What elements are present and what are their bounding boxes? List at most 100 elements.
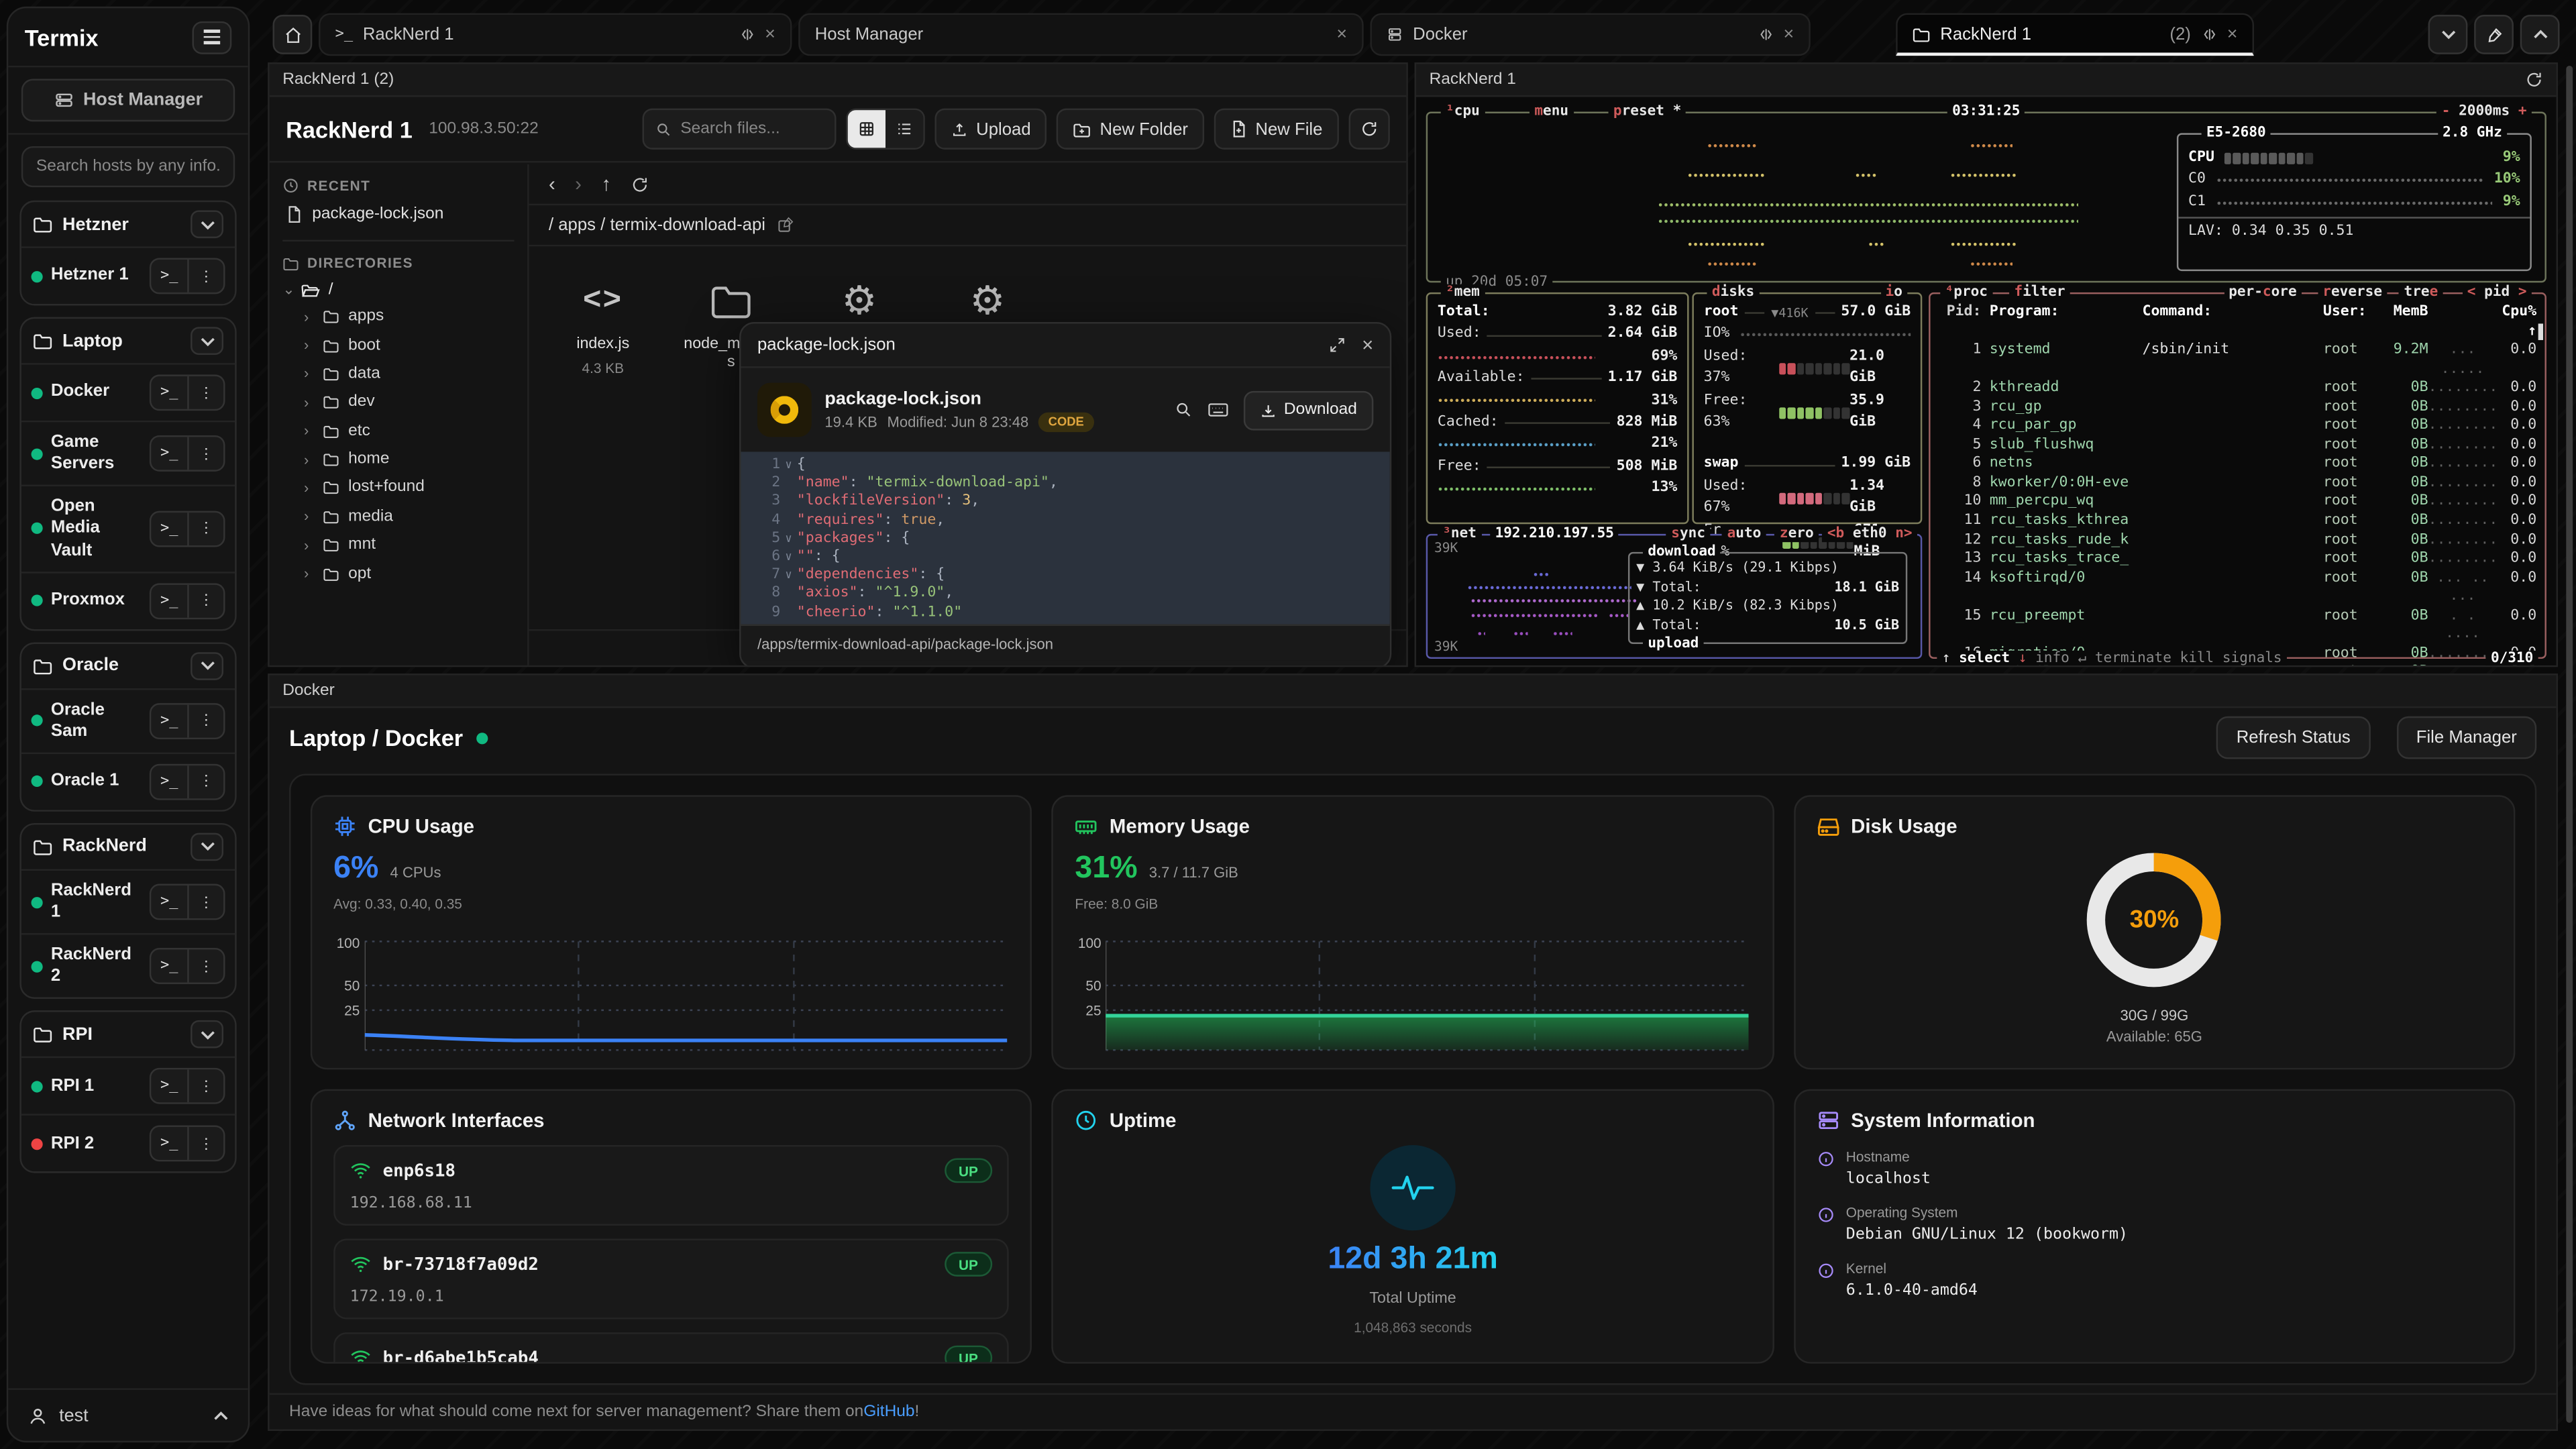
group-header[interactable]: Oracle [21, 643, 235, 688]
process-row[interactable]: 2 kthreadd root 0B ......... 0.0 [1931, 380, 2545, 398]
process-row[interactable]: 8 kworker/0:0H-eve root 0B ......... 0.0 [1931, 475, 2545, 494]
host-row[interactable]: RPI 1 >_⋮ [21, 1057, 235, 1115]
host-row[interactable]: Proxmox >_⋮ [21, 571, 235, 629]
process-row[interactable]: 3 rcu_gp root 0B ......... 0.0 [1931, 398, 2545, 417]
github-link[interactable]: GitHub [863, 1403, 914, 1421]
process-row[interactable]: 1 systemd /sbin/init root 9.2M ... .....… [1931, 342, 2545, 380]
search-files-box[interactable] [643, 109, 837, 150]
chevron-up-icon[interactable] [213, 1410, 228, 1420]
host-manager-button[interactable]: Host Manager [21, 79, 235, 122]
tab-racknerd1-files[interactable]: RackNerd 1 (2) × [1896, 13, 2254, 56]
menu-icon[interactable] [193, 21, 232, 54]
host-row[interactable]: Docker >_⋮ [21, 363, 235, 421]
tree-item[interactable]: › media [282, 502, 514, 531]
tools-button[interactable] [2474, 15, 2514, 54]
file-item[interactable]: <> index.js 4.3 KB [552, 273, 654, 380]
tab-host-manager[interactable]: Host Manager × [798, 13, 1363, 56]
kebab-menu-icon[interactable]: ⋮ [187, 1070, 223, 1103]
network-interface-row[interactable]: enp6s18 UP 192.168.68.11 [333, 1145, 1009, 1226]
process-row[interactable]: 15 rcu_preempt root 0B . . .... 0.0 [1931, 608, 2545, 646]
host-row[interactable]: Hetzner 1 >_⋮ [21, 246, 235, 304]
expand-icon[interactable] [1329, 337, 1345, 353]
user-menu[interactable]: test [8, 1388, 248, 1440]
process-row[interactable]: 5 slub_flushwq root 0B ......... 0.0 [1931, 437, 2545, 455]
chevron-down-icon[interactable] [191, 327, 223, 355]
group-header[interactable]: Laptop [21, 319, 235, 363]
kebab-menu-icon[interactable]: ⋮ [187, 1128, 223, 1161]
chevron-down-icon[interactable] [191, 651, 223, 680]
refresh-icon[interactable] [2525, 70, 2543, 89]
host-row[interactable]: RackNerd 1 >_⋮ [21, 869, 235, 933]
process-row[interactable]: 11 rcu_tasks_kthrea root 0B ......... 0.… [1931, 513, 2545, 531]
close-icon[interactable]: × [2227, 24, 2238, 44]
refresh-icon[interactable] [631, 175, 649, 193]
chevron-down-icon[interactable] [191, 210, 223, 238]
group-header[interactable]: RackNerd [21, 824, 235, 869]
close-icon[interactable]: × [765, 25, 775, 44]
host-row[interactable]: Open Media Vault >_⋮ [21, 485, 235, 571]
terminal-screen[interactable]: ¹cpu menu preset * 03:31:25 - 2000ms + u… [1416, 97, 2557, 665]
group-header[interactable]: Hetzner [21, 202, 235, 246]
upload-button[interactable]: Upload [935, 109, 1047, 150]
terminal-icon[interactable]: >_ [151, 260, 187, 292]
host-row[interactable]: RPI 2 >_⋮ [21, 1114, 235, 1172]
tree-item[interactable]: › opt [282, 559, 514, 588]
kebab-menu-icon[interactable]: ⋮ [187, 437, 223, 470]
download-button[interactable]: Download [1243, 390, 1374, 430]
search-files-input[interactable] [680, 120, 812, 138]
chevron-down-icon[interactable] [191, 1021, 223, 1049]
kebab-menu-icon[interactable]: ⋮ [187, 765, 223, 798]
proc-scrollbar[interactable] [2538, 323, 2543, 339]
tree-item[interactable]: › home [282, 445, 514, 474]
keyboard-icon[interactable] [1207, 401, 1228, 419]
terminal-icon[interactable]: >_ [151, 584, 187, 617]
tree-item[interactable]: › mnt [282, 531, 514, 559]
tree-item[interactable]: › boot [282, 331, 514, 360]
kebab-menu-icon[interactable]: ⋮ [187, 584, 223, 617]
tree-item[interactable]: › data [282, 360, 514, 388]
recent-file[interactable]: package-lock.json [282, 194, 514, 227]
new-file-button[interactable]: New File [1214, 109, 1339, 150]
kebab-menu-icon[interactable]: ⋮ [187, 260, 223, 292]
vertical-scrollbar[interactable] [2566, 66, 2573, 1423]
process-row[interactable]: 12 rcu_tasks_rude_k root 0B ......... 0.… [1931, 531, 2545, 550]
terminal-icon[interactable]: >_ [151, 704, 187, 737]
edit-path-icon[interactable] [777, 217, 793, 233]
breadcrumb[interactable]: / apps / termix-download-api [549, 215, 765, 235]
kebab-menu-icon[interactable]: ⋮ [187, 885, 223, 918]
process-row[interactable]: 10 mm_percpu_wq root 0B ......... 0.0 [1931, 494, 2545, 513]
grid-view-button[interactable] [848, 110, 885, 148]
chevron-down-icon[interactable] [191, 833, 223, 861]
kebab-menu-icon[interactable]: ⋮ [187, 704, 223, 737]
split-view-icon[interactable] [739, 26, 755, 42]
tab-racknerd1-terminal[interactable]: >_ RackNerd 1 × [319, 13, 792, 56]
network-interface-row[interactable]: br-73718f7a09d2 UP 172.19.0.1 [333, 1239, 1009, 1320]
close-icon[interactable]: × [1784, 25, 1794, 44]
terminal-icon[interactable]: >_ [151, 437, 187, 470]
new-folder-button[interactable]: New Folder [1057, 109, 1205, 150]
terminal-icon[interactable]: >_ [151, 1070, 187, 1103]
terminal-icon[interactable]: >_ [151, 376, 187, 409]
nav-up-icon[interactable]: ↑ [601, 172, 611, 195]
kebab-menu-icon[interactable]: ⋮ [187, 513, 223, 545]
group-header[interactable]: RPI [21, 1012, 235, 1057]
host-row[interactable]: Oracle 1 >_⋮ [21, 752, 235, 810]
tree-item[interactable]: › dev [282, 388, 514, 417]
nav-forward-icon[interactable]: › [575, 172, 582, 195]
refresh-status-button[interactable]: Refresh Status [2216, 716, 2370, 759]
split-view-icon[interactable] [1757, 26, 1773, 42]
code-viewer[interactable]: 1 ∨ { 2 "name": "termix-download-api", [741, 451, 1389, 624]
close-icon[interactable]: × [1362, 333, 1373, 356]
search-icon[interactable] [1174, 401, 1192, 419]
kebab-menu-icon[interactable]: ⋮ [187, 950, 223, 983]
list-view-button[interactable] [885, 110, 923, 148]
terminal-icon[interactable]: >_ [151, 950, 187, 983]
terminal-icon[interactable]: >_ [151, 513, 187, 545]
tree-item[interactable]: › apps [282, 303, 514, 331]
close-icon[interactable]: × [1336, 25, 1347, 44]
process-row[interactable]: 13 rcu_tasks_trace_ root 0B ......... 0.… [1931, 551, 2545, 570]
split-view-icon[interactable] [2201, 25, 2217, 42]
expand-button[interactable] [2520, 15, 2560, 54]
host-row[interactable]: Game Servers >_⋮ [21, 421, 235, 485]
tab-docker[interactable]: Docker × [1370, 13, 1810, 56]
